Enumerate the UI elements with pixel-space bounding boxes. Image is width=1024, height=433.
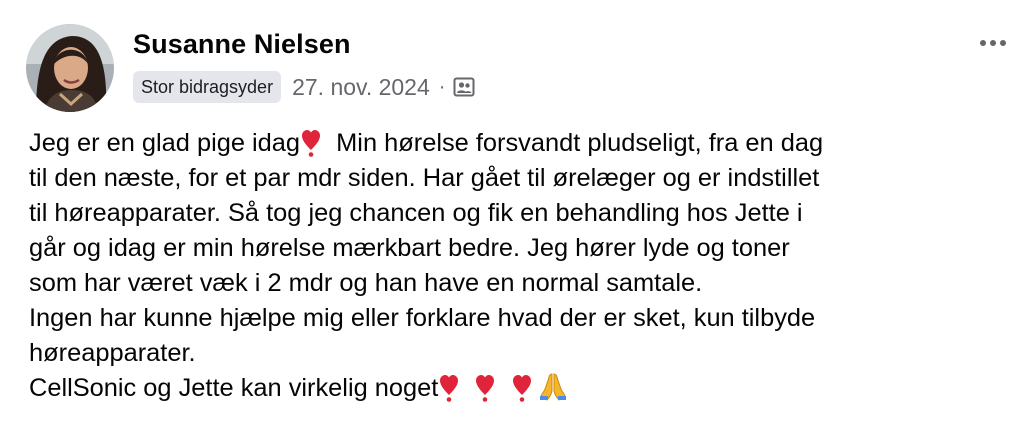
post-meta: Stor bidragsyder 27. nov. 2024 · [133, 70, 475, 104]
post-date[interactable]: 27. nov. 2024 [292, 74, 430, 101]
post-text-segment: Jeg er en glad pige idag [29, 129, 301, 157]
post-line: høreapparater. [29, 339, 196, 367]
more-icon[interactable] [976, 26, 1010, 60]
heart-icon [476, 375, 495, 402]
post-line: til høreapparater. Så tog jeg chancen og… [29, 199, 803, 227]
heart-icon [440, 375, 459, 402]
heart-icon [302, 130, 321, 157]
post-text-segment: CellSonic og Jette kan virkelig noget [29, 374, 439, 402]
post-line: Jeg er en glad pige idag Min hørelse for… [29, 126, 1019, 161]
heart-icon [512, 375, 531, 402]
post-text-segment: Min hørelse forsvandt pludseligt, fra en… [336, 129, 824, 157]
post-line: går og idag er min hørelse mærkbart bedr… [29, 234, 790, 262]
author-name[interactable]: Susanne Nielsen [133, 29, 351, 60]
post-line: til den næste, for et par mdr siden. Har… [29, 164, 820, 192]
profile-photo [26, 24, 114, 112]
meta-separator: · [438, 75, 446, 98]
contributor-badge[interactable]: Stor bidragsyder [133, 71, 282, 103]
group-icon [453, 76, 475, 98]
avatar[interactable] [26, 24, 114, 112]
folded-hands-icon [539, 373, 566, 401]
post-body: Jeg er en glad pige idag Min hørelse for… [29, 126, 1019, 406]
post-line: CellSonic og Jette kan virkelig noget [29, 371, 1019, 406]
post-line: som har været væk i 2 mdr og han have en… [29, 269, 703, 297]
post-line: Ingen har kunne hjælpe mig eller forklar… [29, 304, 816, 332]
